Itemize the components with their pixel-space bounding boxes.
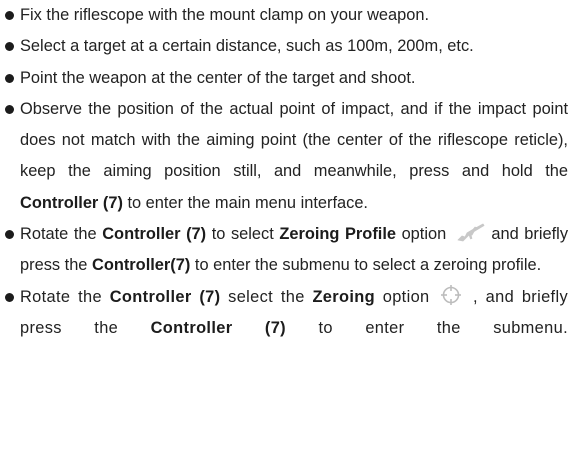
list-item: Rotate the Controller (7) select the Zer… xyxy=(4,282,568,345)
rifle-icon xyxy=(457,223,485,242)
controller-label: Controller (7) xyxy=(20,193,123,212)
item-text: Observe the position of the actual point… xyxy=(20,99,568,181)
list-item: Observe the position of the actual point… xyxy=(4,94,568,219)
item-text: to enter the submenu to select a zeroing… xyxy=(190,256,542,275)
item-text: to enter the main menu interface. xyxy=(122,193,368,212)
zeroing-label: Zeroing xyxy=(312,287,375,306)
item-text: Rotate the xyxy=(20,287,110,306)
bullet-icon xyxy=(5,11,14,20)
item-text: Point the weapon at the center of the ta… xyxy=(20,68,416,87)
list-item: Rotate the Controller (7) to select Zero… xyxy=(4,219,568,282)
bullet-icon xyxy=(5,104,14,114)
controller-label: Controller (7) xyxy=(109,287,221,306)
item-text: option xyxy=(374,287,430,306)
bullet-icon xyxy=(5,73,14,83)
list-item: Fix the riflescope with the mount clamp … xyxy=(4,0,568,31)
instruction-list: Fix the riflescope with the mount clamp … xyxy=(4,0,568,344)
zeroing-profile-label: Zeroing Profile xyxy=(279,225,396,244)
list-item: Select a target at a certain distance, s… xyxy=(4,31,568,62)
crosshair-icon xyxy=(441,285,462,306)
item-text: Select a target at a certain distance, s… xyxy=(20,37,474,56)
item-text: Rotate the xyxy=(20,225,103,244)
controller-label: Controller(7) xyxy=(91,256,191,275)
bullet-icon xyxy=(5,230,14,240)
bullet-icon xyxy=(5,292,14,302)
bullet-icon xyxy=(5,42,14,52)
controller-label: Controller (7) xyxy=(102,225,207,244)
controller-label: Controller (7) xyxy=(150,318,286,337)
item-text: option xyxy=(396,225,447,244)
item-text: to select xyxy=(206,225,280,244)
item-text: to enter the submenu. xyxy=(286,318,568,337)
item-text: select the xyxy=(220,287,313,306)
item-text: Fix the riflescope with the mount clamp … xyxy=(20,6,430,24)
list-item: Point the weapon at the center of the ta… xyxy=(4,63,568,94)
